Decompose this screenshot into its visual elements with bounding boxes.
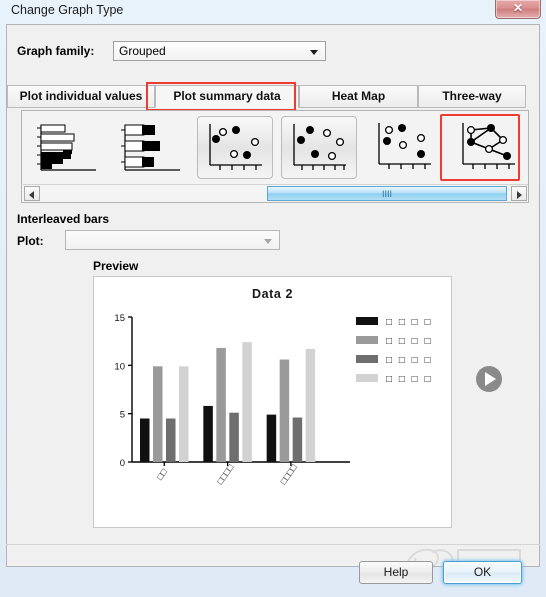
svg-text:□□□□: □□□□ [215,462,236,486]
graph-family-value: Grouped [119,44,166,58]
close-button[interactable]: ✕ [495,0,541,19]
gallery-icon-scatter-1[interactable] [197,116,273,179]
preview-bar-chart: 051015□□ □□□□ □□□□□ □ □ □□ □ □ □□ □ □ □□ □… [114,313,433,486]
tab-strip: Plot individual values Plot summary data… [7,85,526,108]
ok-button[interactable]: OK [443,561,522,584]
svg-text:□ □ □ □: □ □ □ □ [386,374,433,385]
gallery-scrollbar[interactable]: IIII [23,184,528,201]
arrow-right-icon [517,191,522,199]
section-title: Interleaved bars [17,212,110,226]
svg-text:10: 10 [114,361,125,372]
arrow-left-icon [29,191,34,199]
scroll-right-button[interactable] [511,186,527,201]
chevron-down-icon [264,239,272,244]
tab-plot-summary-data[interactable]: Plot summary data [155,85,299,108]
svg-text:□ □ □ □: □ □ □ □ [386,317,433,328]
svg-text:□□: □□ [155,466,170,481]
stacked-horizontal-bar-icon [37,124,96,171]
plot-select[interactable] [65,230,280,250]
svg-text:□□□□: □□□□ [278,462,299,486]
svg-text:□ □ □ □: □ □ □ □ [386,336,433,347]
preview-panel: Data 2 0 5 10 15 □□ □□□□ □□□□ □ □ □ □ □ □ □ □ □ □… [93,276,452,528]
plot-label: Plot: [17,234,44,248]
chevron-down-icon [310,50,318,55]
scatter-plot-icon-3 [378,123,431,169]
scrollbar-thumb[interactable]: IIII [267,186,507,201]
svg-text:15: 15 [114,313,125,324]
play-icon [485,372,496,386]
close-icon: ✕ [512,1,524,15]
tab-heat-map[interactable]: Heat Map [299,85,418,108]
help-button[interactable]: Help [359,561,433,584]
connected-scatter-icon [462,123,515,169]
gallery-icon-connected-scatter[interactable] [451,116,527,179]
tab-three-way[interactable]: Three-way [418,85,526,108]
tab-plot-individual-values[interactable]: Plot individual values [7,85,155,108]
scroll-left-button[interactable] [24,186,40,201]
scatter-plot-icon-1 [209,124,262,170]
gallery-icon-grouped-horizontal-bar[interactable] [112,116,188,179]
window-title: Change Graph Type [11,3,124,17]
gallery-icon-stacked-horizontal-bar[interactable] [28,116,104,179]
change-graph-type-dialog: Change Graph Type ✕ Graph family: Groupe… [0,0,546,597]
title-bar: Change Graph Type ✕ [0,0,546,22]
preview-next-button[interactable] [476,366,502,392]
scrollbar-grip: IIII [381,189,393,199]
chart-title: Data 2 [251,287,294,301]
graph-type-gallery: IIII [21,110,529,203]
footer-divider [6,544,540,545]
graph-family-select[interactable]: Grouped [113,41,326,61]
svg-text:0: 0 [120,458,125,469]
scatter-plot-icon-2 [293,124,346,170]
grouped-horizontal-bar-icon [121,124,180,171]
preview-label: Preview [93,259,139,273]
gallery-icon-scatter-2[interactable] [281,116,357,179]
svg-text:□ □ □ □: □ □ □ □ [386,355,433,366]
gallery-icon-scatter-3[interactable] [367,116,443,179]
graph-family-label: Graph family: [17,44,95,58]
svg-text:5: 5 [120,410,125,421]
